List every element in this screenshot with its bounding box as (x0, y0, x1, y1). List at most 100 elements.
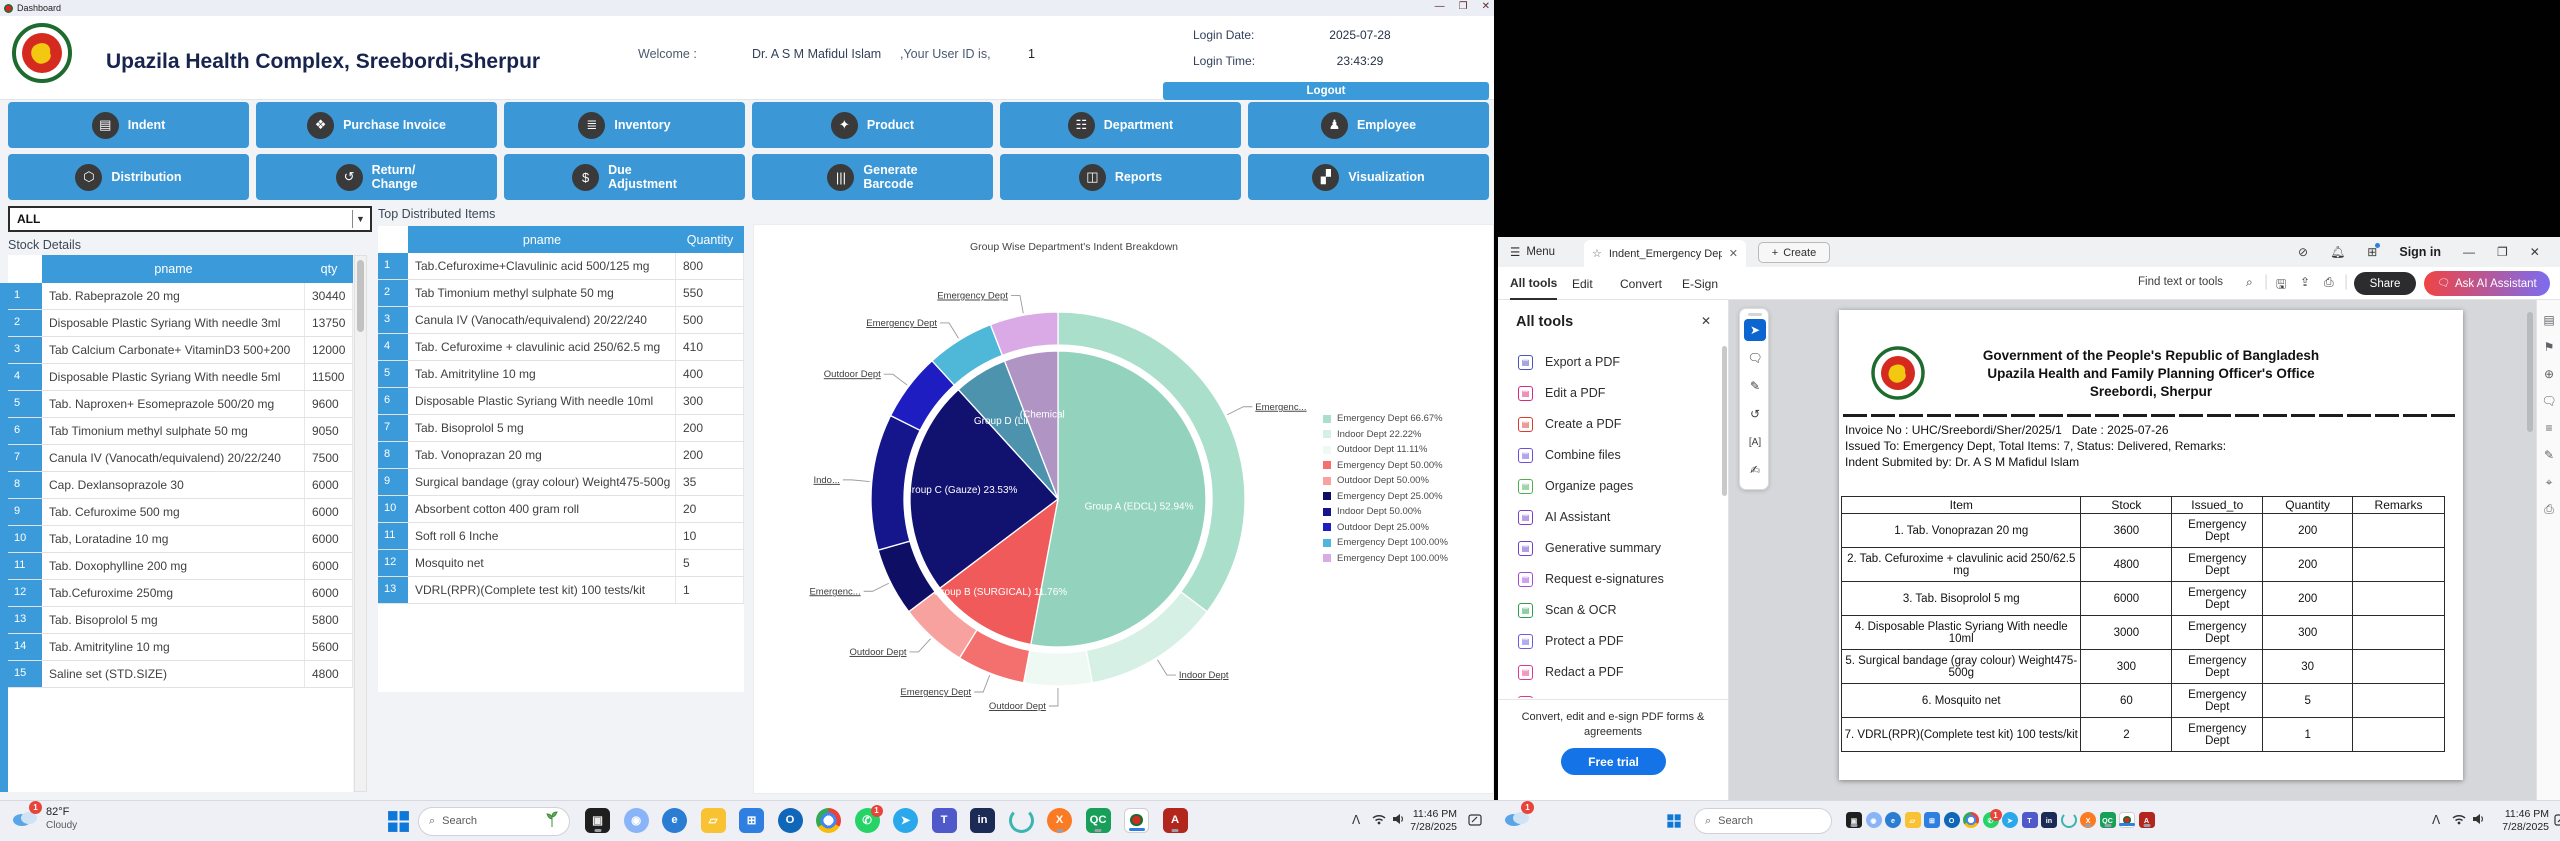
comments-icon[interactable]: 🗨︎ (2541, 393, 2557, 409)
taskbar-icon-xampp[interactable]: X (2080, 812, 2096, 828)
legend-item[interactable]: Outdoor Dept 50.00% (1323, 475, 1448, 486)
taskbar-search[interactable]: ⌕Search (1694, 808, 1832, 834)
nav-button-department[interactable]: ☷Department (1000, 102, 1241, 148)
tab-edit[interactable]: Edit (1572, 267, 1593, 300)
table-row[interactable]: 14Tab. Amitrityline 10 mg5600 (8, 634, 353, 661)
taskbar-icon-outlook[interactable]: O (1944, 812, 1960, 828)
legend-item[interactable]: Emergency Dept 100.00% (1323, 553, 1448, 564)
stock-table-scrollbar[interactable] (354, 255, 367, 792)
tray-chevron-icon[interactable]: ᐱ (1352, 813, 1360, 827)
minimize-icon[interactable]: — (1435, 1, 1445, 12)
taskbar-icon-file-explorer[interactable]: ▱ (1905, 812, 1921, 828)
table-row[interactable]: 2Disposable Plastic Syriang With needle … (8, 310, 353, 337)
nav-button-inventory[interactable]: ≣Inventory (504, 102, 745, 148)
taskbar-icon-whatsapp[interactable]: ✆1 (855, 808, 880, 833)
volume-icon[interactable] (2472, 813, 2485, 828)
ring-segment-group-e-chemical-emergency-dept[interactable] (990, 312, 1058, 355)
star-icon[interactable]: ☆ (1592, 247, 1602, 260)
tab-all-tools[interactable]: All tools (1510, 267, 1557, 300)
print-icon[interactable]: ⎙ (2324, 275, 2334, 290)
column-header-pname[interactable]: pname (42, 255, 305, 283)
tool-item-organize-pages[interactable]: ▤Organize pages (1498, 472, 1718, 500)
department-filter-dropdown[interactable]: ALL ▼ (8, 206, 372, 232)
comment-tool-icon[interactable]: 🗨︎ (1744, 347, 1766, 369)
taskbar-icon-chrome[interactable] (816, 808, 841, 833)
nav-button-reports[interactable]: ◫Reports (1000, 154, 1241, 200)
tool-item-generative-summary[interactable]: ▤Generative summary (1498, 534, 1718, 562)
taskbar-icon-loading-spinner[interactable] (1009, 808, 1034, 833)
taskbar-icon-copilot[interactable]: ◉ (1866, 812, 1882, 828)
create-button[interactable]: + Create (1758, 242, 1830, 263)
close-tab-icon[interactable]: ✕ (1729, 247, 1738, 260)
table-row[interactable]: 6Tab Timonium methyl sulphate 50 mg9050 (8, 418, 353, 445)
nav-button-product[interactable]: ✦Product (752, 102, 993, 148)
taskbar-icon-outlook[interactable]: O (778, 808, 803, 833)
pdf-scrollbar[interactable] (2526, 304, 2534, 794)
table-row[interactable]: 9Tab. Cefuroxime 500 mg6000 (8, 499, 353, 526)
taskbar-icon-teams[interactable]: T (2022, 812, 2038, 828)
table-row[interactable]: 1Tab. Rabeprazole 20 mg30440 (8, 283, 353, 310)
taskbar-icon-acrobat[interactable]: A (1163, 808, 1188, 833)
share-button[interactable]: Share (2354, 272, 2416, 295)
logout-button[interactable]: Logout (1163, 82, 1489, 100)
legend-item[interactable]: Outdoor Dept 11.11% (1323, 444, 1448, 455)
nav-button-visualization[interactable]: ▞Visualization (1248, 154, 1489, 200)
taskbar-icon-microsoft-store[interactable]: ⊞ (739, 808, 764, 833)
table-row[interactable]: 4Tab. Cefuroxime + clavulinic acid 250/6… (378, 334, 744, 361)
select-tool-icon[interactable]: ➤ (1744, 319, 1766, 341)
action-center-icon[interactable] (2554, 813, 2560, 830)
tool-item-create-a-pdf[interactable]: ▤Create a PDF (1498, 410, 1718, 438)
tray-chevron-icon[interactable]: ᐱ (2432, 813, 2440, 827)
taskbar-icon-copilot[interactable]: ◉ (624, 808, 649, 833)
tool-item-ai-assistant[interactable]: ▤AI Assistant (1498, 503, 1718, 531)
tool-item-request-e-signatures[interactable]: ▤Request e-signatures (1498, 565, 1718, 593)
fill-sign-tool-icon[interactable]: ✍︎ (1744, 459, 1766, 481)
table-row[interactable]: 8Tab. Vonoprazan 20 mg200 (378, 442, 744, 469)
table-row[interactable]: 11Soft roll 6 Inche10 (378, 523, 744, 550)
drag-handle[interactable] (1748, 313, 1762, 316)
column-header-qty[interactable]: qty (305, 255, 353, 283)
table-row[interactable]: 11Tab. Doxophylline 200 mg6000 (8, 553, 353, 580)
table-row[interactable]: 13VDRL(RPR)(Complete test kit) 100 tests… (378, 577, 744, 604)
legend-item[interactable]: Emergency Dept 25.00% (1323, 491, 1448, 502)
legend-item[interactable]: Emergency Dept 50.00% (1323, 460, 1448, 471)
legend-item[interactable]: Emergency Dept 66.67% (1323, 413, 1448, 424)
highlight-tool-icon[interactable]: ✎ (1744, 375, 1766, 397)
tool-item-edit-a-pdf[interactable]: ▤Edit a PDF (1498, 379, 1718, 407)
taskbar-icon-telegram[interactable]: ➤ (2002, 812, 2018, 828)
page-thumbnails-icon[interactable]: ▤ (2541, 312, 2557, 328)
tool-item-redact-a-pdf[interactable]: ▤Redact a PDF (1498, 658, 1718, 686)
tool-item-combine-files[interactable]: ▤Combine files (1498, 441, 1718, 469)
tool-item-compress-a-pdf[interactable]: ▤Compress a PDF (1498, 689, 1718, 698)
maximize-icon[interactable]: ❐ (1459, 1, 1468, 12)
taskbar-icon-xampp[interactable]: X (1047, 808, 1072, 833)
tool-item-export-a-pdf[interactable]: ▤Export a PDF (1498, 348, 1718, 376)
table-row[interactable]: 9Surgical bandage (gray colour) Weight47… (378, 469, 744, 496)
table-row[interactable]: 10Absorbent cotton 400 gram roll20 (378, 496, 744, 523)
taskbar-icon-linkedin[interactable]: in (970, 808, 995, 833)
taskbar-icon-qc-app[interactable]: QC (1086, 808, 1111, 833)
table-row[interactable]: 12Mosquito net5 (378, 550, 744, 577)
legend-item[interactable]: Emergency Dept 100.00% (1323, 537, 1448, 548)
tab-convert[interactable]: Convert (1620, 267, 1662, 300)
taskbar-icon-acrobat[interactable]: A (2139, 812, 2155, 828)
attachments-icon[interactable]: ⊕ (2541, 366, 2557, 382)
upload-cloud-icon[interactable]: ⇪ (2300, 275, 2310, 289)
table-row[interactable]: 12Tab.Cefuroxime 250mg6000 (8, 580, 353, 607)
bookmarks-icon[interactable]: ⚑ (2541, 339, 2557, 355)
nav-button-distribution[interactable]: ⬡Distribution (8, 154, 249, 200)
lasso-tool-icon[interactable]: ↺ (1744, 403, 1766, 425)
panel-scrollbar[interactable] (1722, 346, 1727, 496)
taskbar-icon-health-dashboard-app[interactable] (2119, 812, 2135, 828)
table-row[interactable]: 7Canula IV (Vanocath/equivalend) 20/22/2… (8, 445, 353, 472)
table-row[interactable]: 5Tab. Naproxen+ Esomeprazole 500/20 mg96… (8, 391, 353, 418)
tool-item-protect-a-pdf[interactable]: ▤Protect a PDF (1498, 627, 1718, 655)
apps-grid-icon[interactable]: ⊞ (2367, 245, 2377, 259)
taskbar-icon-photos-app[interactable]: ▣ (1846, 812, 1862, 828)
nav-button-employee[interactable]: ♟Employee (1248, 102, 1489, 148)
start-button[interactable] (386, 809, 411, 834)
legend-item[interactable]: Outdoor Dept 25.00% (1323, 522, 1448, 533)
wifi-icon[interactable] (2452, 813, 2466, 828)
table-row[interactable]: 1Tab.Cefuroxime+Clavulinic acid 500/125 … (378, 253, 744, 280)
measure-icon[interactable]: ⌖ (2541, 474, 2557, 490)
